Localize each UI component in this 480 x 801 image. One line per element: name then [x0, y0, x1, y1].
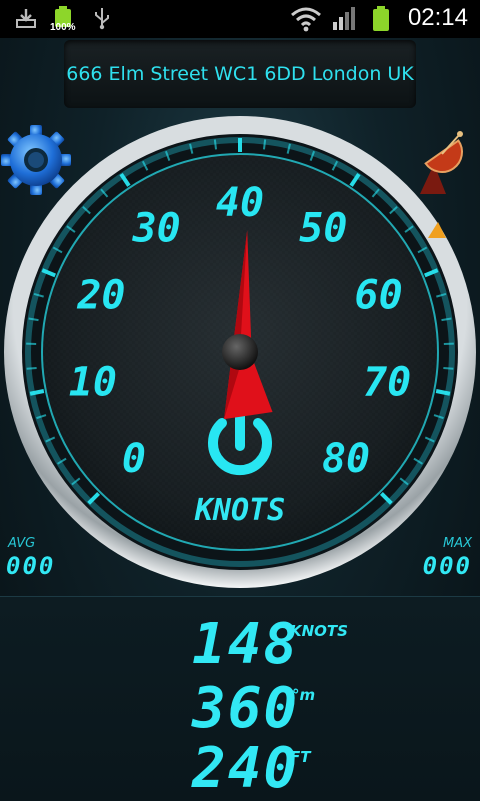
- gauge-label-30: 30: [132, 205, 181, 251]
- download-icon: [14, 6, 38, 30]
- gauge-tick: [215, 139, 216, 149]
- avg-label: AVG: [8, 536, 35, 551]
- avg-value: 000: [6, 552, 55, 580]
- altitude-unit: FT: [290, 748, 310, 766]
- wifi-icon: [290, 6, 322, 32]
- gauge-label-10: 10: [69, 359, 117, 405]
- usb-icon: [92, 6, 112, 30]
- gauge-label-60: 60: [354, 273, 402, 319]
- altitude-readout: 240: [192, 736, 299, 801]
- address-text: 666 Elm Street WC1 6DD London UK: [66, 63, 414, 85]
- signal-icon: [332, 6, 358, 32]
- gauge-tick: [264, 139, 265, 149]
- max-value: 000: [423, 552, 472, 580]
- gauge-label-50: 50: [299, 205, 347, 251]
- address-bar[interactable]: 666 Elm Street WC1 6DD London UK: [64, 40, 416, 108]
- gauge-tick: [27, 368, 37, 369]
- gauge-hub: [222, 334, 258, 370]
- battery-percent: 100%: [50, 22, 76, 33]
- speed-readout: 148: [192, 612, 299, 677]
- heading-readout: 360: [192, 676, 299, 741]
- gauge-label-40: 40: [216, 180, 264, 226]
- gauge-label-20: 20: [76, 273, 125, 319]
- gauge-label-0: 0: [122, 436, 146, 482]
- speedometer-gauge: 010 2030 40 5060 70 80 KNOTS: [0, 110, 480, 600]
- gauge-tick: [436, 391, 450, 394]
- gauge-unit-label: KNOTS: [194, 493, 285, 528]
- gauge-tick: [443, 368, 453, 369]
- speed-unit: KNOTS: [290, 622, 348, 640]
- max-label: MAX: [443, 536, 472, 551]
- gauge-label-70: 70: [363, 359, 411, 405]
- heading-unit: °m: [292, 686, 315, 704]
- battery-icon: [372, 6, 390, 32]
- gauge-tick: [30, 391, 44, 394]
- clock: 02:14: [408, 4, 468, 32]
- status-bar: 100% 02:14: [0, 0, 480, 38]
- gauge-label-80: 80: [322, 436, 370, 482]
